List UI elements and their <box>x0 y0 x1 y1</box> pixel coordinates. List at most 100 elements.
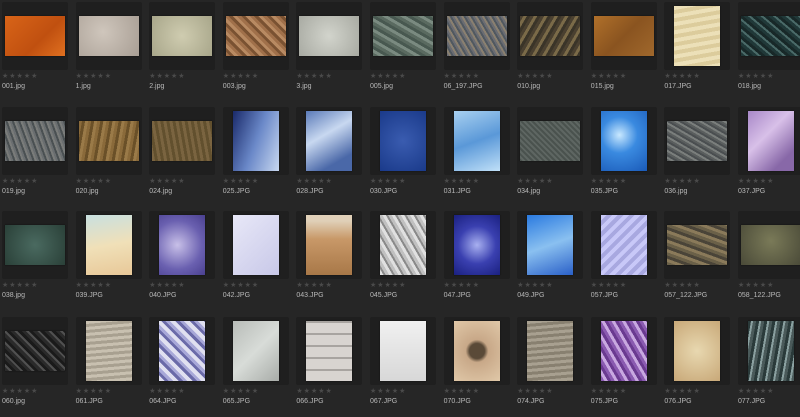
rating-stars[interactable]: ★★★★★ <box>223 72 259 80</box>
thumbnail-cell[interactable]: ★★★★★ 024.jpg <box>149 107 216 207</box>
thumbnail-cell[interactable]: ★★★★★ 035.JPG <box>590 107 657 207</box>
thumbnail-image[interactable] <box>520 16 581 56</box>
thumbnail-image[interactable] <box>380 215 426 275</box>
thumbnail-cell[interactable]: ★★★★★ 039.JPG <box>75 211 142 311</box>
thumbnail-cell[interactable]: ★★★★★ 065.JPG <box>222 317 289 417</box>
rating-stars[interactable]: ★★★★★ <box>2 387 38 395</box>
thumbnail-image[interactable] <box>5 225 65 265</box>
rating-stars[interactable]: ★★★★★ <box>664 72 700 80</box>
rating-stars[interactable]: ★★★★★ <box>738 387 774 395</box>
rating-stars[interactable]: ★★★★★ <box>149 177 185 185</box>
rating-stars[interactable]: ★★★★★ <box>296 177 332 185</box>
rating-stars[interactable]: ★★★★★ <box>370 387 406 395</box>
thumbnail-image[interactable] <box>600 111 647 171</box>
thumbnail-image[interactable] <box>748 321 794 381</box>
rating-stars[interactable]: ★★★★★ <box>370 177 406 185</box>
thumbnail-image[interactable] <box>527 321 574 381</box>
thumbnail-image[interactable] <box>674 321 721 381</box>
thumbnail-image[interactable] <box>741 225 800 265</box>
rating-stars[interactable]: ★★★★★ <box>149 72 185 80</box>
thumbnail-cell[interactable]: ★★★★★ 017.JPG <box>664 2 731 102</box>
thumbnail-image[interactable] <box>453 321 500 381</box>
thumbnail-image[interactable] <box>667 225 728 265</box>
thumbnail-image[interactable] <box>674 6 721 66</box>
thumbnail-cell[interactable]: ★★★★★ 067.JPG <box>370 317 436 417</box>
thumbnail-cell[interactable]: ★★★★★ 1.jpg <box>75 2 142 102</box>
thumbnail-cell[interactable]: ★★★★★ 018.jpg <box>738 2 800 102</box>
thumbnail-image[interactable] <box>306 215 353 275</box>
thumbnail-image[interactable] <box>5 121 65 161</box>
rating-stars[interactable]: ★★★★★ <box>517 72 553 80</box>
thumbnail-cell[interactable]: ★★★★★ 031.JPG <box>443 107 510 207</box>
rating-stars[interactable]: ★★★★★ <box>76 177 112 185</box>
rating-stars[interactable]: ★★★★★ <box>296 72 332 80</box>
thumbnail-cell[interactable]: ★★★★★ 076.JPG <box>664 317 731 417</box>
thumbnail-cell[interactable]: ★★★★★ 003.jpg <box>222 2 289 102</box>
rating-stars[interactable]: ★★★★★ <box>738 281 774 289</box>
thumbnail-cell[interactable]: ★★★★★ 045.JPG <box>370 211 436 311</box>
rating-stars[interactable]: ★★★★★ <box>76 387 112 395</box>
rating-stars[interactable]: ★★★★★ <box>444 177 480 185</box>
thumbnail-cell[interactable]: ★★★★★ 034.jpg <box>517 107 584 207</box>
thumbnail-cell[interactable]: ★★★★★ 010.jpg <box>517 2 584 102</box>
rating-stars[interactable]: ★★★★★ <box>76 281 112 289</box>
rating-stars[interactable]: ★★★★★ <box>296 387 332 395</box>
thumbnail-image[interactable] <box>373 16 433 56</box>
thumbnail-image[interactable] <box>299 16 360 56</box>
thumbnail-image[interactable] <box>152 16 213 56</box>
thumbnail-image[interactable] <box>741 16 800 56</box>
rating-stars[interactable]: ★★★★★ <box>444 387 480 395</box>
thumbnail-cell[interactable]: ★★★★★ 074.JPG <box>517 317 584 417</box>
thumbnail-cell[interactable]: ★★★★★ 075.JPG <box>590 317 657 417</box>
rating-stars[interactable]: ★★★★★ <box>591 387 627 395</box>
rating-stars[interactable]: ★★★★★ <box>296 281 332 289</box>
thumbnail-cell[interactable]: ★★★★★ 037.JPG <box>738 107 800 207</box>
thumbnail-cell[interactable]: ★★★★★ 058_122.JPG <box>738 211 800 311</box>
thumbnail-cell[interactable]: ★★★★★ 3.jpg <box>296 2 363 102</box>
thumbnail-cell[interactable]: ★★★★★ 061.JPG <box>75 317 142 417</box>
thumbnail-cell[interactable]: ★★★★★ 043.JPG <box>296 211 363 311</box>
rating-stars[interactable]: ★★★★★ <box>738 72 774 80</box>
rating-stars[interactable]: ★★★★★ <box>149 387 185 395</box>
rating-stars[interactable]: ★★★★★ <box>149 281 185 289</box>
rating-stars[interactable]: ★★★★★ <box>664 177 700 185</box>
rating-stars[interactable]: ★★★★★ <box>2 177 38 185</box>
rating-stars[interactable]: ★★★★★ <box>591 281 627 289</box>
thumbnail-cell[interactable]: ★★★★★ 019.jpg <box>2 107 68 207</box>
thumbnail-cell[interactable]: ★★★★★ 005.jpg <box>370 2 436 102</box>
rating-stars[interactable]: ★★★★★ <box>444 72 480 80</box>
thumbnail-cell[interactable]: ★★★★★ 057_122.JPG <box>664 211 731 311</box>
rating-stars[interactable]: ★★★★★ <box>223 177 259 185</box>
thumbnail-image[interactable] <box>85 321 132 381</box>
thumbnail-image[interactable] <box>232 215 279 275</box>
thumbnail-image[interactable] <box>380 321 426 381</box>
rating-stars[interactable]: ★★★★★ <box>738 177 774 185</box>
thumbnail-image[interactable] <box>152 121 213 161</box>
thumbnail-cell[interactable]: ★★★★★ 028.JPG <box>296 107 363 207</box>
thumbnail-cell[interactable]: ★★★★★ 030.JPG <box>370 107 436 207</box>
rating-stars[interactable]: ★★★★★ <box>517 281 553 289</box>
thumbnail-image[interactable] <box>306 111 353 171</box>
thumbnail-cell[interactable]: ★★★★★ 066.JPG <box>296 317 363 417</box>
thumbnail-image[interactable] <box>593 16 654 56</box>
thumbnail-image[interactable] <box>453 215 500 275</box>
thumbnail-cell[interactable]: ★★★★★ 2.jpg <box>149 2 216 102</box>
thumbnail-image[interactable] <box>748 111 794 171</box>
thumbnail-cell[interactable]: ★★★★★ 060.jpg <box>2 317 68 417</box>
thumbnail-image[interactable] <box>600 321 647 381</box>
thumbnail-image[interactable] <box>520 121 581 161</box>
thumbnail-image[interactable] <box>225 16 286 56</box>
thumbnail-image[interactable] <box>159 215 206 275</box>
thumbnail-image[interactable] <box>446 16 507 56</box>
thumbnail-cell[interactable]: ★★★★★ 057.JPG <box>590 211 657 311</box>
thumbnail-image[interactable] <box>667 121 728 161</box>
rating-stars[interactable]: ★★★★★ <box>664 281 700 289</box>
thumbnail-image[interactable] <box>5 331 65 371</box>
rating-stars[interactable]: ★★★★★ <box>444 281 480 289</box>
thumbnail-cell[interactable]: ★★★★★ 036.jpg <box>664 107 731 207</box>
thumbnail-cell[interactable]: ★★★★★ 025.JPG <box>222 107 289 207</box>
thumbnail-cell[interactable]: ★★★★★ 042.JPG <box>222 211 289 311</box>
thumbnail-image[interactable] <box>380 111 426 171</box>
rating-stars[interactable]: ★★★★★ <box>2 281 38 289</box>
rating-stars[interactable]: ★★★★★ <box>223 387 259 395</box>
